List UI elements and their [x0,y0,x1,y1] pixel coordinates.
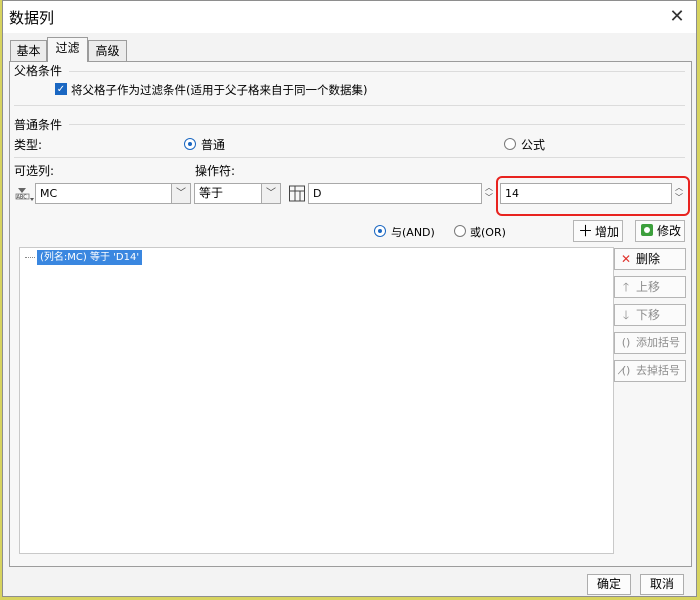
divider [69,124,685,125]
add-bracket-button[interactable]: () 添加括号 [614,332,686,354]
radio-or-label: 或(OR) [470,226,506,239]
tab-basic[interactable]: 基本 [10,40,47,61]
radio-and-label: 与(AND) [391,226,435,239]
abc-column-icon[interactable]: ABC [13,184,35,204]
tab-filter[interactable]: 过滤 [47,37,88,62]
radio-normal-label: 普通 [201,138,226,152]
divider [14,105,685,106]
plus-icon: ＋ [578,222,594,240]
delete-button[interactable]: ✕ 删除 [614,248,686,270]
cancel-button[interactable]: 取消 [640,574,684,595]
normal-condition-label: 普通条件 [14,118,63,132]
radio-formula[interactable] [504,138,516,150]
move-down-button[interactable]: 🡓 下移 [614,304,686,326]
radio-and[interactable] [374,225,386,237]
type-label: 类型: [14,138,43,152]
highlight-box [496,176,690,216]
svg-text:ABC: ABC [17,195,28,201]
add-button[interactable]: ＋增加 [573,220,623,242]
radio-formula-label: 公式 [521,138,546,152]
value-input-1[interactable]: D [308,183,482,204]
bracket-remove-icon: (̸) [621,364,631,377]
arrow-down-icon: 🡓 [622,308,630,322]
tree-connector [25,257,35,258]
spin-up-down-icon[interactable]: ︿ ﹀ [482,183,496,204]
operator-select[interactable]: 等于 [194,183,262,204]
column-label: 可选列: [14,164,55,178]
parent-filter-checkbox[interactable]: ✓ [55,83,67,95]
dialog-title: 数据列 [9,9,55,27]
data-column-dialog: 数据列 ✕ 基本 过滤 高级 父格条件 ✓ 将父格子作为过滤条件(适用于父子格来… [2,0,697,597]
radio-or[interactable] [454,225,466,237]
ok-button[interactable]: 确定 [587,574,631,595]
remove-bracket-button[interactable]: (̸) 去掉括号 [614,360,686,382]
condition-list[interactable] [19,247,614,554]
chevron-down-icon[interactable]: ﹀ [172,183,191,204]
table-field-icon[interactable] [288,184,306,203]
bracket-icon: () [621,336,631,349]
arrow-up-icon: 🡑 [622,280,630,294]
x-icon: ✕ [620,252,632,266]
modify-button[interactable]: 修改 [635,220,685,242]
move-up-button[interactable]: 🡑 上移 [614,276,686,298]
parent-filter-checkbox-label: 将父格子作为过滤条件(适用于父子格来自于同一个数据集) [71,83,368,97]
close-icon[interactable]: ✕ [663,5,691,29]
column-select[interactable]: MC [35,183,172,204]
divider [69,71,685,72]
chevron-down-icon[interactable]: ﹀ [262,183,281,204]
list-item[interactable]: (列名:MC) 等于 'D14' [37,250,143,265]
divider [14,157,685,158]
title-bar: 数据列 ✕ [3,1,696,33]
operator-label: 操作符: [195,164,236,178]
parent-condition-label: 父格条件 [14,64,63,78]
tab-advanced[interactable]: 高级 [88,40,127,61]
edit-icon [640,221,654,241]
radio-normal[interactable] [184,138,196,150]
